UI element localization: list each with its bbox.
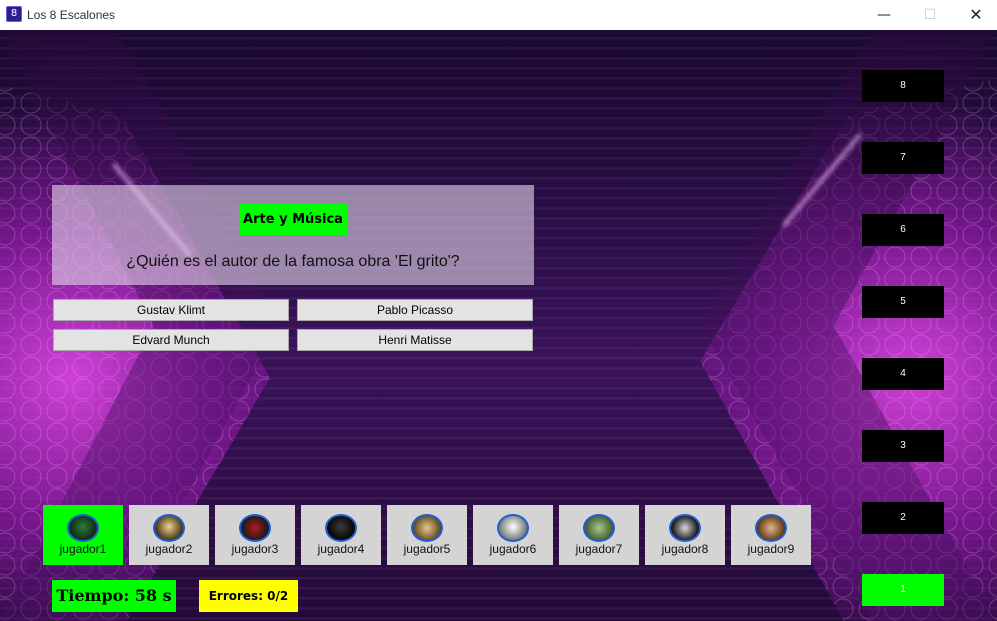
player-avatar-icon (583, 514, 615, 542)
player-avatar-icon (325, 514, 357, 542)
window-title: Los 8 Escalones (27, 8, 116, 22)
player-card-4: jugador4 (301, 505, 381, 565)
player-avatar-icon (411, 514, 443, 542)
minimize-button[interactable]: — (861, 0, 907, 30)
close-button[interactable]: ✕ (953, 0, 997, 30)
player-name: jugador7 (575, 542, 623, 556)
answer-button-2[interactable]: Pablo Picasso (297, 299, 533, 321)
ladder-step-8: 8 (862, 70, 944, 102)
player-card-1: jugador1 (43, 505, 123, 565)
player-card-7: jugador7 (559, 505, 639, 565)
player-name: jugador6 (489, 542, 537, 556)
question-panel: Arte y Música ¿Quién es el autor de la f… (52, 185, 534, 285)
timer-display: Tiempo: 58 s (52, 580, 176, 612)
player-avatar-icon (153, 514, 185, 542)
ladder-step-4: 4 (862, 358, 944, 390)
title-bar: 8 Los 8 Escalones — ☐ ✕ (0, 0, 997, 30)
ladder-step-3: 3 (862, 430, 944, 462)
ladder-step-5: 5 (862, 286, 944, 318)
ladder-step-2: 2 (862, 502, 944, 534)
ladder-step-7: 7 (862, 142, 944, 174)
player-name: jugador1 (59, 542, 107, 556)
player-avatar-icon (669, 514, 701, 542)
player-card-6: jugador6 (473, 505, 553, 565)
player-name: jugador4 (317, 542, 365, 556)
question-text: ¿Quién es el autor de la famosa obra 'El… (126, 253, 460, 270)
player-name: jugador8 (661, 542, 709, 556)
answer-button-3[interactable]: Edvard Munch (53, 329, 289, 351)
category-badge: Arte y Música (239, 204, 347, 235)
answer-button-4[interactable]: Henri Matisse (297, 329, 533, 351)
player-avatar-icon (755, 514, 787, 542)
player-card-3: jugador3 (215, 505, 295, 565)
player-name: jugador3 (231, 542, 279, 556)
player-name: jugador2 (145, 542, 193, 556)
player-avatar-icon (239, 514, 271, 542)
player-card-2: jugador2 (129, 505, 209, 565)
maximize-button[interactable]: ☐ (907, 0, 953, 30)
player-card-8: jugador8 (645, 505, 725, 565)
player-avatar-icon (497, 514, 529, 542)
ladder-step-1: 1 (862, 574, 944, 606)
ladder-step-6: 6 (862, 214, 944, 246)
player-card-9: jugador9 (731, 505, 811, 565)
player-name: jugador9 (747, 542, 795, 556)
game-area: Arte y Música ¿Quién es el autor de la f… (0, 30, 997, 621)
app-icon: 8 (6, 6, 22, 22)
player-name: jugador5 (403, 542, 451, 556)
answer-button-1[interactable]: Gustav Klimt (53, 299, 289, 321)
player-card-5: jugador5 (387, 505, 467, 565)
player-avatar-icon (67, 514, 99, 542)
errors-display: Errores: 0/2 (199, 580, 298, 612)
